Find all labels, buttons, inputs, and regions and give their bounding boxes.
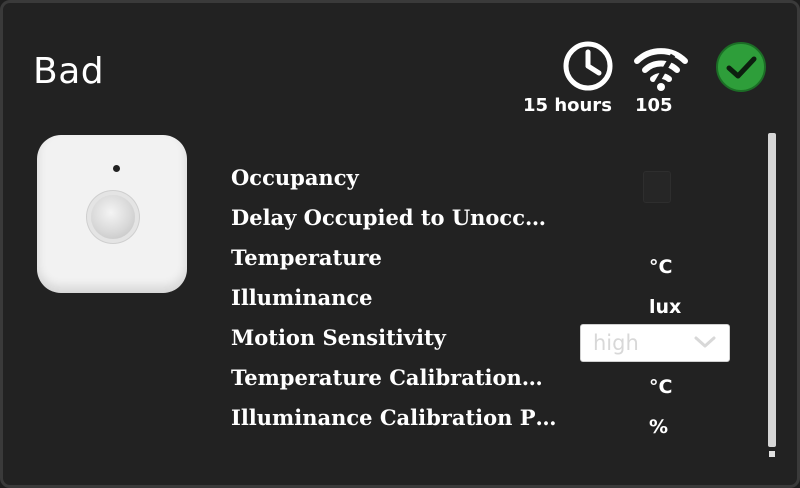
device-title: Bad — [33, 51, 105, 92]
wifi-signal-icon — [633, 43, 689, 97]
temperature-unit: °C — [649, 256, 673, 278]
scrollbar-thumb[interactable] — [768, 133, 776, 447]
row-occupancy-label: Occupancy — [231, 165, 359, 190]
row-illuminance-label: Illuminance — [231, 285, 373, 310]
row-motion-sensitivity-label: Motion Sensitivity — [231, 325, 446, 350]
illuminance-unit: lux — [649, 296, 682, 318]
motion-sensitivity-select[interactable]: high — [580, 324, 730, 362]
occupancy-indicator — [643, 171, 671, 203]
chevron-down-icon — [693, 334, 717, 354]
vertical-scrollbar[interactable] — [766, 133, 778, 463]
clock-icon — [561, 39, 615, 97]
scrollbar-end — [769, 451, 775, 457]
row-temperature-calibration-label: Temperature Calibration… — [231, 365, 543, 390]
sensor-led — [113, 165, 120, 172]
status-area: 15 hours 105 — [523, 39, 773, 119]
temperature-calibration-unit: °C — [649, 376, 673, 398]
device-card: Bad 15 hours 105 Occupancy Delay Occupie… — [0, 0, 800, 488]
sensor-lens — [91, 195, 135, 239]
motion-sensor-image — [37, 135, 187, 293]
motion-sensitivity-value: high — [593, 331, 639, 355]
last-seen-text: 15 hours — [523, 95, 612, 116]
row-delay-label: Delay Occupied to Unocc… — [231, 205, 546, 230]
link-quality-text: 105 — [635, 95, 673, 116]
illuminance-calibration-unit: % — [649, 416, 669, 438]
row-illuminance-calibration-label: Illuminance Calibration P… — [231, 405, 557, 430]
check-circle-icon — [715, 41, 767, 97]
row-temperature-label: Temperature — [231, 245, 382, 270]
